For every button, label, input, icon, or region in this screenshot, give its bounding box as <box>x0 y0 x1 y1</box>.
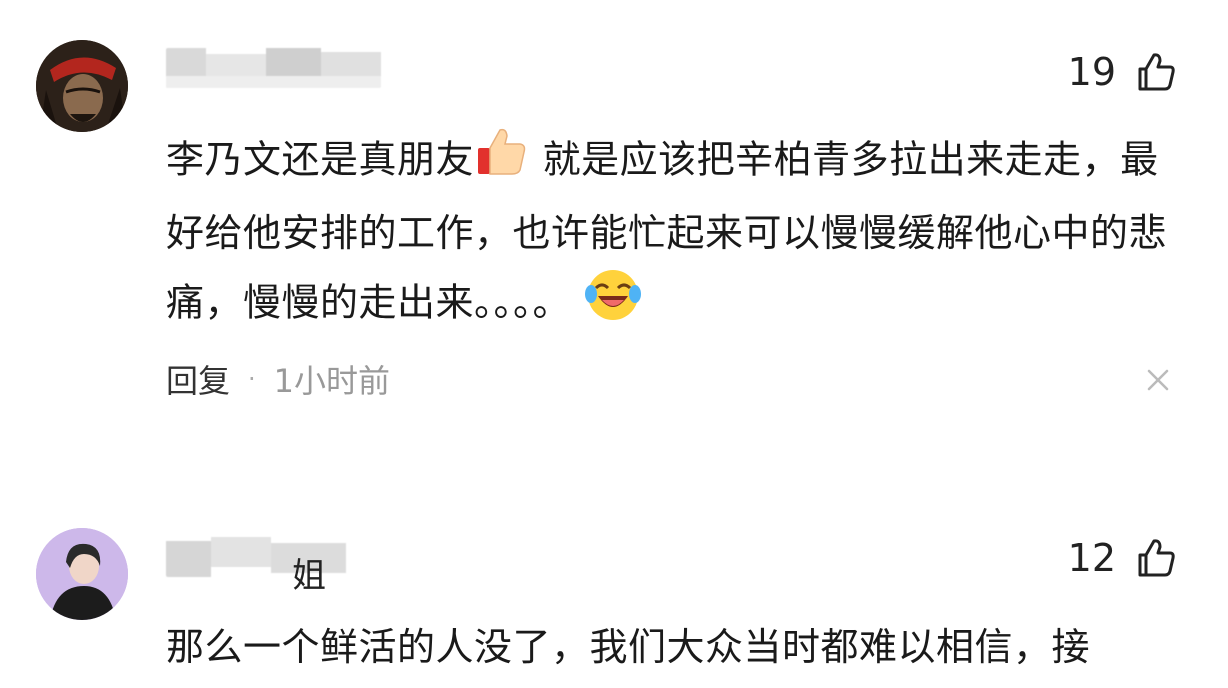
comment-item: 姐 12 那么一个鲜活的人没了，我们大众当时都难以相信，接 <box>0 470 1228 688</box>
thumbs-up-icon[interactable] <box>1134 50 1178 94</box>
laughing-crying-emoji-icon <box>584 266 642 344</box>
username-blurred[interactable] <box>166 48 381 88</box>
avatar[interactable] <box>36 40 128 132</box>
thumbs-up-icon[interactable] <box>1134 536 1178 580</box>
comment-text: 那么一个鲜活的人没了，我们大众当时都难以相信，接 <box>166 625 1091 669</box>
like-count: 12 <box>1067 536 1116 580</box>
comment-meta: 回复 · 1小时前 <box>166 356 390 402</box>
thumbs-up-emoji-icon <box>474 124 530 200</box>
meta-separator: · <box>248 365 256 393</box>
like-count: 19 <box>1067 50 1116 94</box>
close-icon[interactable] <box>1144 366 1172 394</box>
reply-button[interactable]: 回复 <box>166 356 230 402</box>
comment-item: 19 李乃文还是真朋友 就是应该把辛柏青多拉出来走走，最好给他安排的工作，也许能… <box>0 0 1228 470</box>
username-visible-part: 姐 <box>292 556 326 596</box>
like-area[interactable]: 12 <box>1068 536 1178 580</box>
comment-time: 1小时前 <box>273 362 391 400</box>
comment-text: 李乃文还是真朋友 就是应该把辛柏青多拉出来走走，最好给他安排的工作，也许能忙起来… <box>166 124 1186 344</box>
avatar[interactable] <box>36 528 128 620</box>
like-area[interactable]: 19 <box>1068 50 1178 94</box>
